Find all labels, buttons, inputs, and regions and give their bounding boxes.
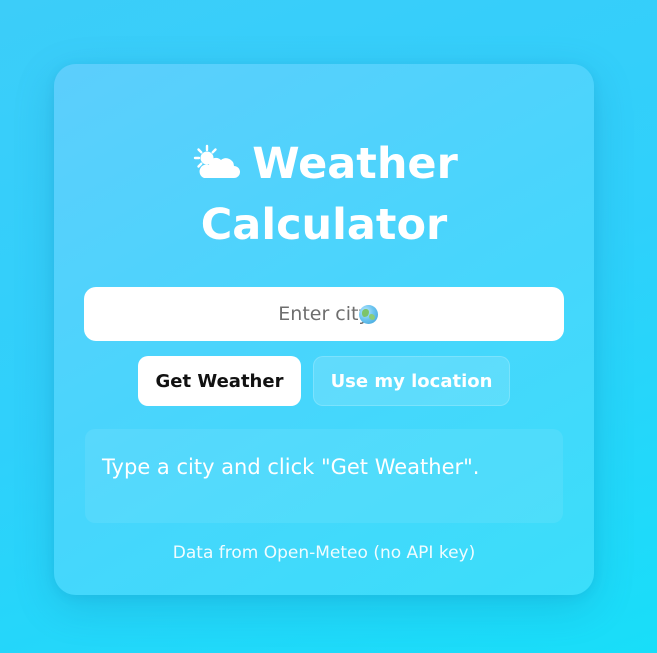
app-title: Weather Calculator xyxy=(54,134,594,256)
city-search-input[interactable] xyxy=(84,287,564,341)
result-message: Type a city and click "Get Weather". xyxy=(102,455,480,479)
get-weather-button[interactable]: Get Weather xyxy=(138,356,301,406)
result-panel: Type a city and click "Get Weather". xyxy=(85,429,563,523)
data-source-footer: Data from Open-Meteo (no API key) xyxy=(172,543,476,563)
use-my-location-button[interactable]: Use my location xyxy=(313,356,510,406)
sun-behind-cloud-icon xyxy=(193,144,241,178)
title-line-2: Calculator xyxy=(200,200,448,250)
title-line-1: Weather xyxy=(252,139,458,189)
weather-card: Weather Calculator Get Weather Use my lo… xyxy=(54,64,594,595)
